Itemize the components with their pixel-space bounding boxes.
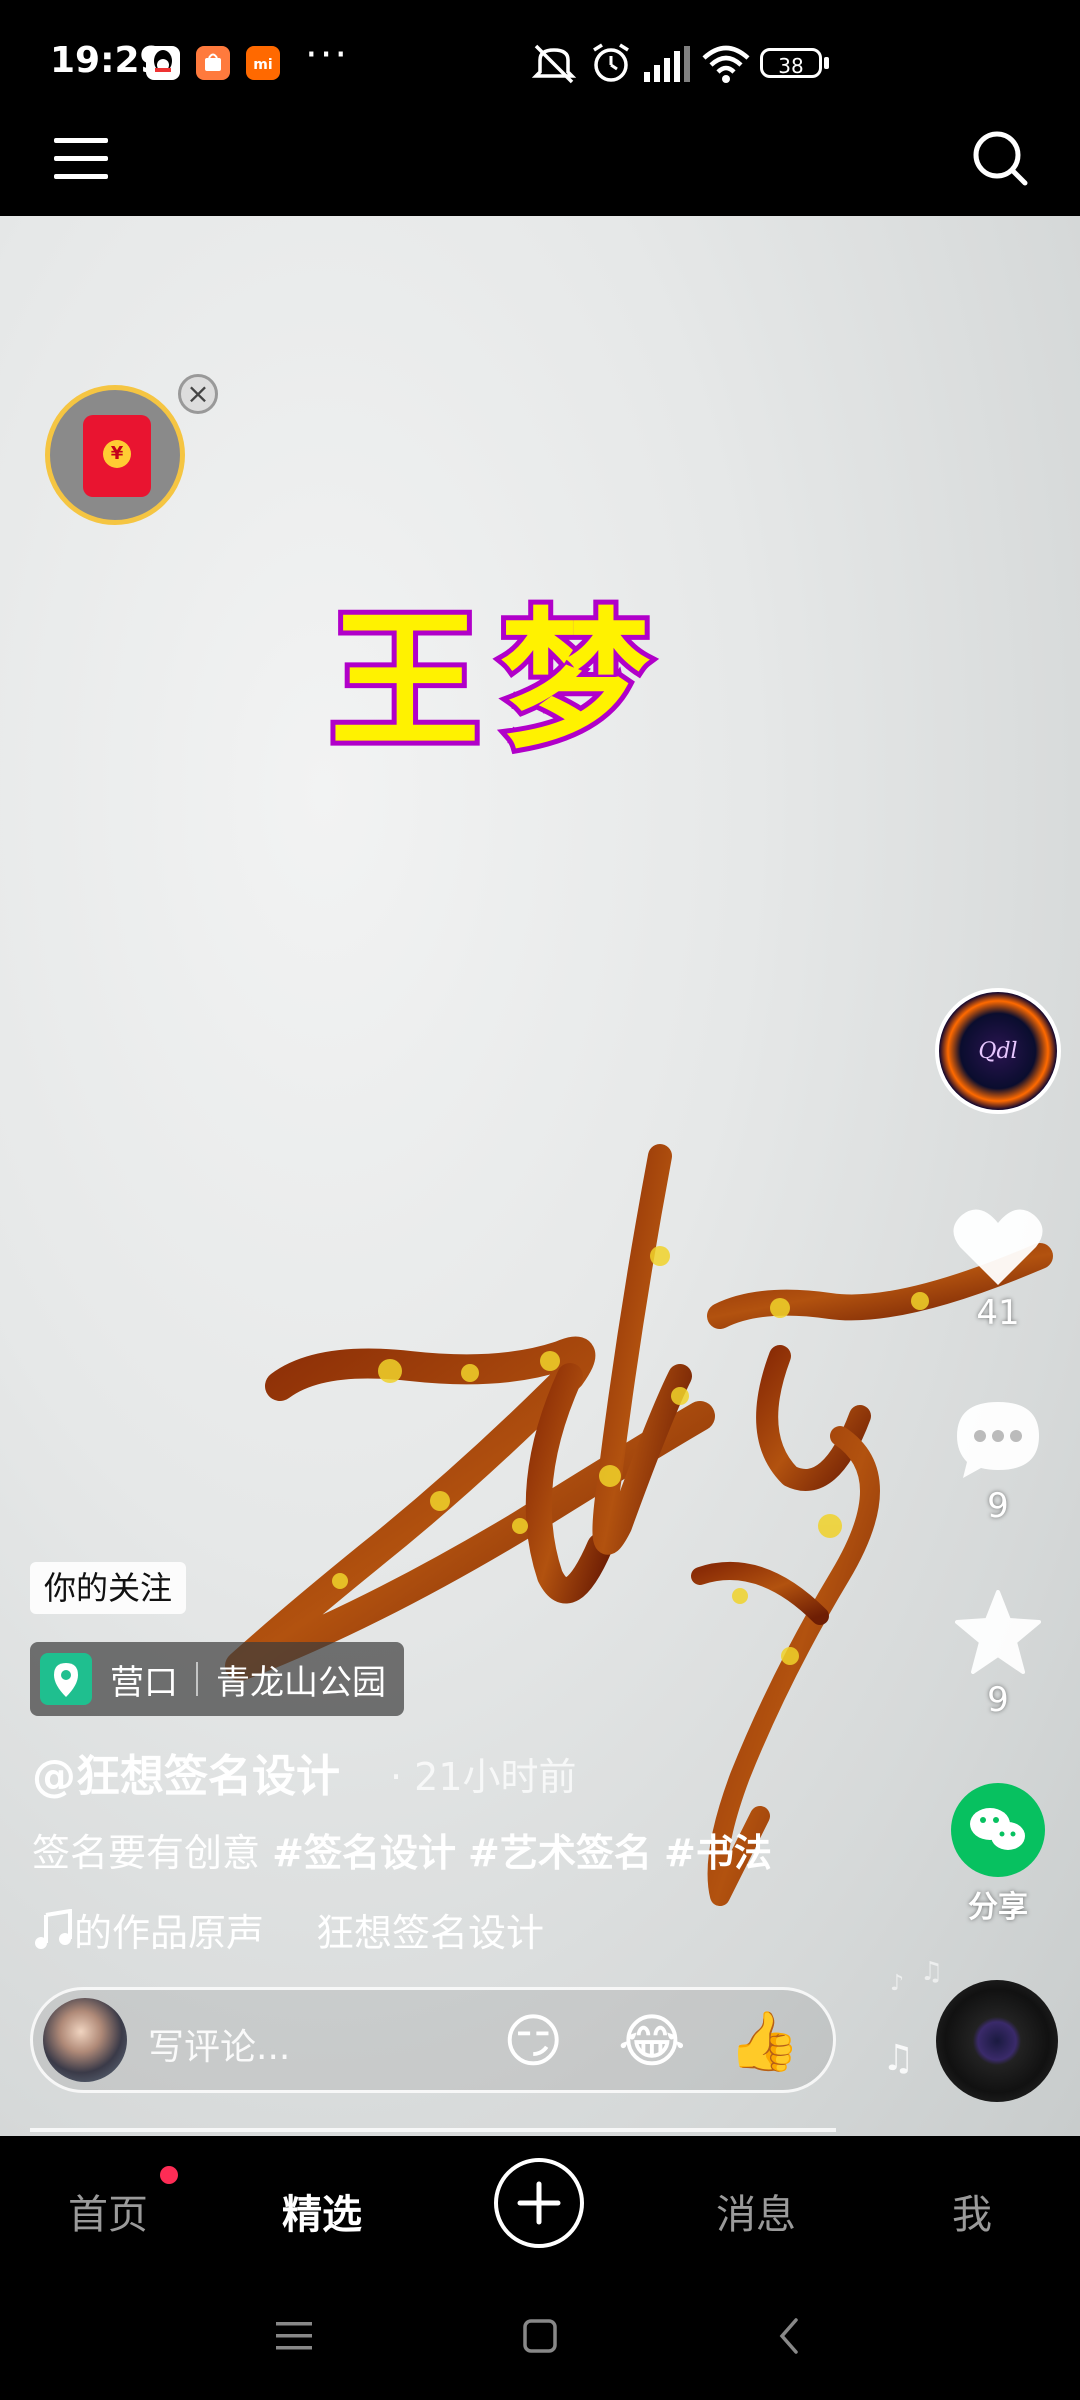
red-envelope-icon: ¥: [83, 415, 151, 497]
music-original: 的作品原声: [74, 1911, 265, 1955]
battery-icon: 38: [760, 48, 822, 78]
system-nav-bar: [0, 2276, 1080, 2400]
location-divider: [196, 1662, 198, 1696]
video-progress-bar[interactable]: [30, 2128, 836, 2132]
qq-icon: [146, 46, 180, 80]
close-icon[interactable]: ×: [178, 374, 218, 414]
menu-icon[interactable]: [54, 134, 108, 184]
caption-text: 签名要有创意: [32, 1831, 261, 1875]
author-name[interactable]: @狂想签名设计: [32, 1740, 340, 1804]
alarm-icon: [593, 43, 629, 82]
music-author: 狂想签名设计: [316, 1911, 545, 1955]
bottom-nav: 首页 精选 消息 我: [0, 2136, 1080, 2276]
favorite-button[interactable]: 9: [938, 1588, 1058, 1720]
back-icon[interactable]: [774, 2316, 804, 2356]
follow-badge: 你的关注: [30, 1562, 187, 1614]
status-bar: 19:29 mi ··· 38: [0, 0, 1080, 128]
wifi-icon: [702, 45, 750, 83]
comment-placeholder[interactable]: 写评论...: [148, 2018, 290, 2070]
plus-icon: [517, 2181, 561, 2225]
location-tag[interactable]: 营口 青龙山公园: [30, 1642, 404, 1716]
nav-messages[interactable]: 消息: [716, 2182, 796, 2240]
svg-text:mi: mi: [253, 57, 272, 73]
mi-store-icon: [196, 46, 230, 80]
star-icon: [955, 1590, 1041, 1674]
time-ago: · 21小时前: [390, 1755, 577, 1799]
battery-tip: [824, 57, 829, 69]
thumbs-up-emoji-button[interactable]: 👍: [728, 2010, 800, 2072]
laugh-cry-emoji-button[interactable]: 😂: [618, 2010, 686, 2072]
location-city: 营口: [110, 1662, 178, 1703]
nav-featured[interactable]: 精选: [282, 2182, 362, 2240]
svg-text:Qdl: Qdl: [978, 1039, 1017, 1064]
hashtag[interactable]: #书法: [664, 1831, 772, 1875]
coin-icon: ¥: [103, 440, 131, 468]
time-ago-text: 21小时前: [414, 1755, 577, 1799]
favorite-count: 9: [987, 1680, 1009, 1720]
comment-button[interactable]: 9: [938, 1398, 1058, 1526]
create-button[interactable]: [494, 2158, 584, 2248]
recents-icon[interactable]: [276, 2320, 312, 2352]
comment-input-bar[interactable]: 写评论... 😏 😂 👍: [30, 1987, 836, 2093]
location-pin-icon: [40, 1653, 92, 1705]
top-bar: [0, 128, 1080, 216]
video-overlay-title: 王梦: [325, 588, 671, 774]
red-packet-widget[interactable]: ¥: [45, 385, 185, 525]
like-count: 41: [976, 1293, 1020, 1333]
signal-icon: [644, 46, 690, 82]
hashtag[interactable]: #艺术签名: [468, 1831, 652, 1875]
music-note-icon: [35, 1908, 72, 1949]
mi-icon: mi: [246, 46, 280, 80]
wechat-icon: [951, 1783, 1045, 1877]
more-notifications: ···: [305, 32, 350, 78]
mute-icon: [531, 44, 577, 84]
smirk-emoji-button[interactable]: 😏: [503, 2010, 563, 2072]
music-info[interactable]: 的作品原声 狂想签名设计: [32, 1902, 544, 1957]
comment-count: 9: [987, 1486, 1009, 1526]
user-avatar: [43, 1998, 127, 2082]
share-label: 分享: [968, 1890, 1028, 1925]
search-icon[interactable]: [970, 128, 1030, 190]
nav-me[interactable]: 我: [952, 2182, 992, 2240]
svg-text:♫: ♫: [920, 1957, 940, 1987]
nav-home[interactable]: 首页: [68, 2182, 148, 2240]
author-avatar[interactable]: Qdl: [935, 988, 1061, 1114]
music-disc-button[interactable]: [936, 1980, 1058, 2102]
like-button[interactable]: 41: [938, 1205, 1058, 1333]
svg-text:♪: ♪: [890, 1971, 904, 1996]
home-icon[interactable]: [522, 2318, 558, 2354]
notification-dot: [160, 2166, 178, 2184]
location-place: 青龙山公园: [216, 1662, 386, 1703]
svg-text:♫: ♫: [882, 2038, 914, 2079]
comment-icon: [957, 1402, 1039, 1478]
music-notes-icon: ♫ ♪ ♫: [882, 1957, 940, 2079]
hashtag[interactable]: #签名设计: [272, 1831, 456, 1875]
share-button[interactable]: 分享: [938, 1782, 1058, 1926]
video-caption: 签名要有创意 #签名设计 #艺术签名 #书法: [32, 1822, 772, 1877]
heart-icon: [953, 1209, 1043, 1285]
